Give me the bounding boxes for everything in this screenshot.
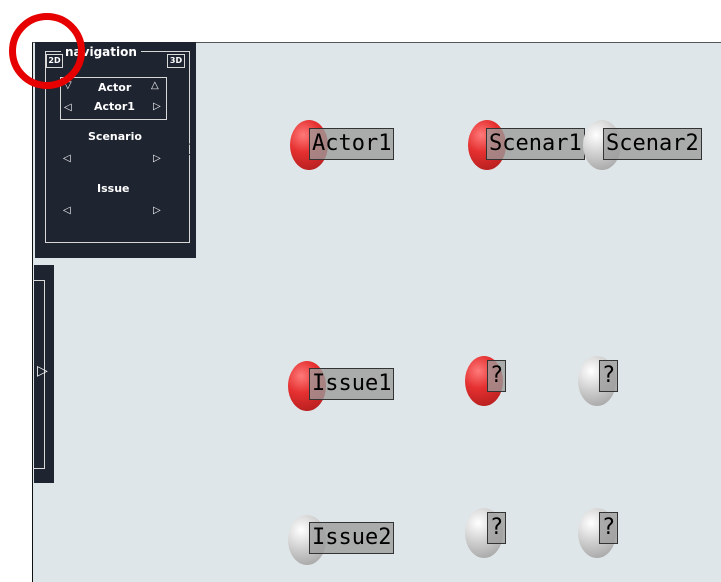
actor-current: Actor1 [94, 100, 135, 113]
scenario-next-icon[interactable]: ▷ [153, 153, 161, 165]
node-label[interactable]: Scenar2 [603, 128, 702, 160]
chevron-up-icon[interactable]: △ [151, 80, 159, 92]
node-label[interactable]: Scenar1 [486, 128, 585, 160]
expand-side-icon[interactable]: ▷ [37, 363, 48, 379]
scenario-heading: Scenario [88, 130, 142, 143]
actor-heading: Actor [98, 81, 132, 94]
issue-prev-icon[interactable]: ◁ [63, 205, 71, 217]
scenario-prev-icon[interactable]: ◁ [63, 153, 71, 165]
node-label[interactable]: ? [599, 512, 619, 544]
actor-prev-icon[interactable]: ◁ [64, 102, 72, 114]
node-label[interactable]: ? [487, 512, 507, 544]
side-panel-handle[interactable]: ▷ [34, 265, 54, 483]
issue-next-icon[interactable]: ▷ [153, 205, 161, 217]
highlight-ring [9, 13, 85, 89]
collapse-nav-icon[interactable]: ◁ [178, 138, 192, 159]
node-label[interactable]: Actor1 [309, 128, 395, 160]
node-label[interactable]: ? [487, 360, 507, 392]
node-label[interactable]: Issue2 [309, 522, 395, 554]
node-label[interactable]: ? [599, 360, 619, 392]
issue-heading: Issue [97, 182, 130, 195]
mode-3d-button[interactable]: 3D [167, 54, 185, 68]
node-label[interactable]: Issue1 [309, 368, 395, 400]
actor-next-icon[interactable]: ▷ [153, 101, 161, 113]
